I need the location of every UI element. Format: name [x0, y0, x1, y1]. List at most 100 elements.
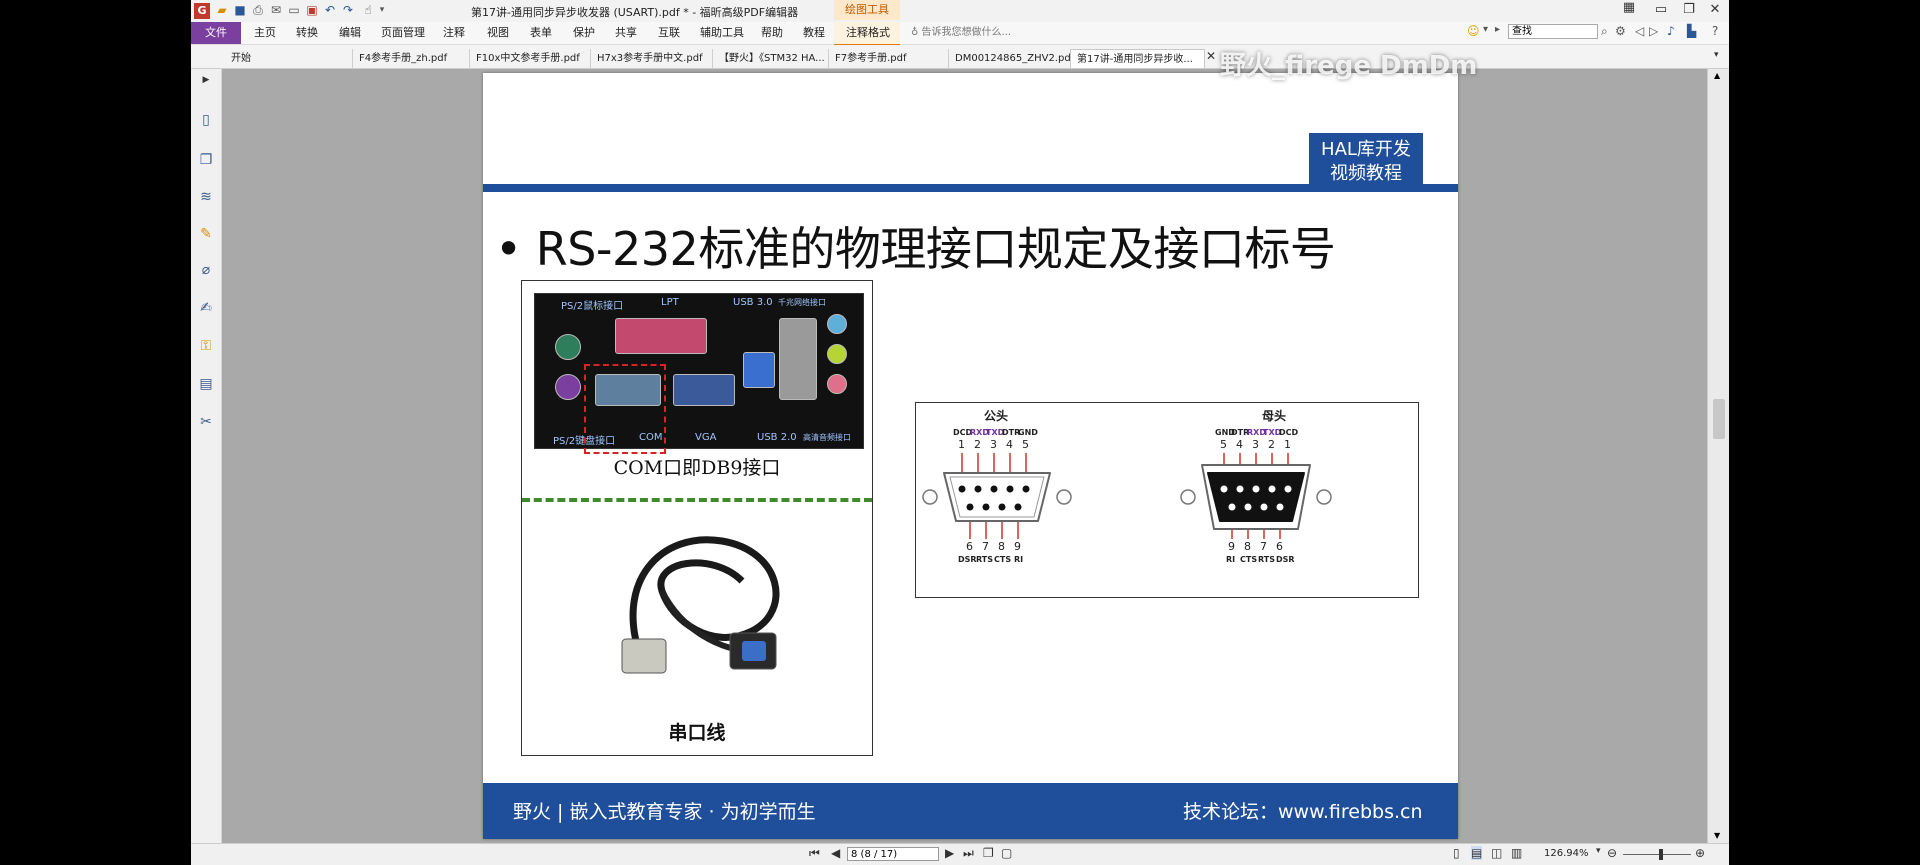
notification-icon[interactable]: ♪: [1667, 24, 1675, 38]
settings-gear-icon[interactable]: ⚙: [1615, 24, 1626, 38]
menu-view[interactable]: 视图: [487, 22, 509, 44]
zoom-level[interactable]: 126.94%: [1544, 848, 1589, 859]
female-pin-8: 8: [1244, 540, 1251, 553]
tab-f10x-manual[interactable]: F10x中文参考手册.pdf: [469, 49, 590, 68]
menu-edit[interactable]: 编辑: [339, 22, 361, 44]
smile-icon[interactable]: ☺: [1467, 24, 1480, 38]
expand-panel-icon[interactable]: ▶: [197, 71, 215, 89]
scan-icon[interactable]: ▣: [305, 3, 319, 17]
female-pin-9: 9: [1228, 540, 1235, 553]
continuous-facing-icon[interactable]: ▥: [1511, 846, 1522, 860]
pages-icon[interactable]: ❐: [197, 151, 215, 169]
menu-help[interactable]: 帮助: [761, 22, 783, 44]
menu-share[interactable]: 共享: [615, 22, 637, 44]
male-connector-drawing: [922, 453, 1072, 539]
tell-me-box[interactable]: ♁ 告诉我您想做什么...: [911, 22, 1011, 44]
single-page-icon[interactable]: ▯: [1453, 846, 1460, 860]
close-icon[interactable]: ✕: [1705, 2, 1725, 17]
tab-f7-manual[interactable]: F7参考手册.pdf: [828, 49, 948, 68]
menu-comment-format[interactable]: 注释格式: [846, 22, 890, 44]
redo-icon[interactable]: ↷: [341, 3, 355, 17]
zoom-slider-thumb[interactable]: [1659, 849, 1663, 860]
facing-page-icon[interactable]: ◫: [1491, 846, 1502, 860]
minimize-icon[interactable]: ▭: [1651, 2, 1671, 17]
undo-icon[interactable]: ↶: [323, 3, 337, 17]
customize-dropdown-icon[interactable]: ▾: [375, 3, 389, 17]
help-icon[interactable]: ?: [1712, 24, 1718, 38]
tab-usart-lecture[interactable]: 第17讲-通用同步异步收...: [1070, 49, 1205, 68]
zoom-slider[interactable]: [1623, 854, 1691, 855]
menu-form[interactable]: 表单: [530, 22, 552, 44]
badge-line-1: HAL库开发: [1321, 139, 1411, 160]
tab-stm32-hal[interactable]: 【野火】《STM32 HA...: [712, 49, 828, 68]
continuous-page-icon[interactable]: ▤: [1471, 846, 1483, 860]
tools-icon[interactable]: ✂: [197, 413, 215, 431]
scroll-thumb[interactable]: [1713, 399, 1725, 439]
email-icon[interactable]: ✉: [269, 3, 283, 17]
forward-arrow-icon[interactable]: ▷: [1649, 24, 1658, 38]
zoom-out-icon[interactable]: ⊖: [1607, 846, 1617, 860]
female-connector-face: [742, 641, 766, 661]
page-view-icon[interactable]: ▢: [1001, 846, 1012, 860]
menu-accessibility[interactable]: 辅助工具: [700, 22, 744, 44]
tab-h7x3-manual[interactable]: H7x3参考手册中文.pdf: [590, 49, 712, 68]
menu-convert[interactable]: 转换: [296, 22, 318, 44]
new-icon[interactable]: ▭: [287, 3, 301, 17]
menu-file[interactable]: 文件: [191, 22, 241, 44]
prev-page-icon[interactable]: ◀: [831, 846, 840, 860]
last-page-icon[interactable]: ⏭: [963, 846, 974, 861]
zoom-in-icon[interactable]: ⊕: [1695, 846, 1705, 860]
title-bar: G ▰ ■ ⎙ ✉ ▭ ▣ ↶ ↷ ☝ ▾ 第17讲-通用同步异步收发器 (US…: [191, 0, 1729, 22]
menu-protect[interactable]: 保护: [573, 22, 595, 44]
label-usb3: USB 3.0: [733, 297, 773, 308]
menu-comment[interactable]: 注释: [443, 22, 465, 44]
drawing-tools-context[interactable]: 绘图工具: [834, 0, 900, 20]
signature-icon[interactable]: ✍: [197, 299, 215, 317]
print-icon[interactable]: ⎙: [251, 3, 265, 17]
label-lan: 千兆网络接口: [778, 298, 826, 307]
form-fields-icon[interactable]: ▤: [197, 375, 215, 393]
ps2-mouse-port: [555, 334, 581, 360]
zoom-dropdown-icon[interactable]: ▾: [1596, 846, 1601, 856]
tab-close-icon[interactable]: ✕: [1206, 49, 1216, 63]
layers-icon[interactable]: ≋: [197, 188, 215, 206]
back-arrow-icon[interactable]: ◁: [1635, 24, 1644, 38]
first-page-icon[interactable]: ⏮: [809, 846, 820, 861]
lightbulb-icon: ♁: [911, 27, 922, 38]
tab-dm00124865[interactable]: DM00124865_ZHV2.pdf: [948, 49, 1070, 68]
lock-icon[interactable]: ⚿: [197, 337, 215, 355]
menu-home[interactable]: 主页: [254, 22, 276, 44]
tab-list-dropdown-icon[interactable]: ▾: [1714, 50, 1719, 60]
female-sig-cts: CTS: [1240, 555, 1258, 564]
user-account-icon[interactable]: ▙: [1687, 24, 1696, 38]
menu-arrow-icon[interactable]: ▸: [1495, 24, 1500, 35]
copy-page-icon[interactable]: ❐: [983, 846, 994, 860]
search-icon[interactable]: ⌕: [1601, 24, 1608, 39]
page-number-input[interactable]: 8 (8 / 17): [847, 847, 939, 861]
dropdown-icon[interactable]: ▾: [1483, 24, 1488, 35]
female-sig-dcd: DCD: [1279, 428, 1299, 437]
vga-port: [673, 374, 735, 406]
slide-footer: 野火 | 嵌入式教育专家 · 为初学而生 技术论坛：www.firebbs.cn: [483, 783, 1458, 839]
attachment-icon[interactable]: ⌀: [197, 261, 215, 279]
tab-f4-manual[interactable]: F4参考手册_zh.pdf: [352, 49, 469, 68]
comments-icon[interactable]: ✎: [197, 225, 215, 243]
open-folder-icon[interactable]: ▰: [215, 3, 229, 17]
vertical-scrollbar[interactable]: ▲ ▼: [1707, 69, 1729, 843]
next-page-icon[interactable]: ▶: [945, 846, 954, 860]
menu-tutorial[interactable]: 教程: [803, 22, 825, 44]
menu-connect[interactable]: 互联: [658, 22, 680, 44]
figure-divider: [522, 498, 872, 502]
save-icon[interactable]: ■: [233, 3, 247, 17]
scroll-down-icon[interactable]: ▼: [1714, 831, 1720, 840]
hand-tool-icon[interactable]: ☝: [361, 3, 375, 17]
tab-start[interactable]: 开始: [227, 49, 347, 68]
scroll-up-icon[interactable]: ▲: [1714, 71, 1720, 80]
lpt-port: [615, 318, 707, 354]
female-pin-7: 7: [1260, 540, 1267, 553]
search-input[interactable]: 查找: [1508, 24, 1598, 39]
menu-page-management[interactable]: 页面管理: [381, 22, 425, 44]
layout-icon[interactable]: ▦: [1619, 0, 1639, 15]
restore-icon[interactable]: ❐: [1679, 2, 1699, 17]
page-thumbnail-icon[interactable]: ▯: [197, 111, 215, 129]
